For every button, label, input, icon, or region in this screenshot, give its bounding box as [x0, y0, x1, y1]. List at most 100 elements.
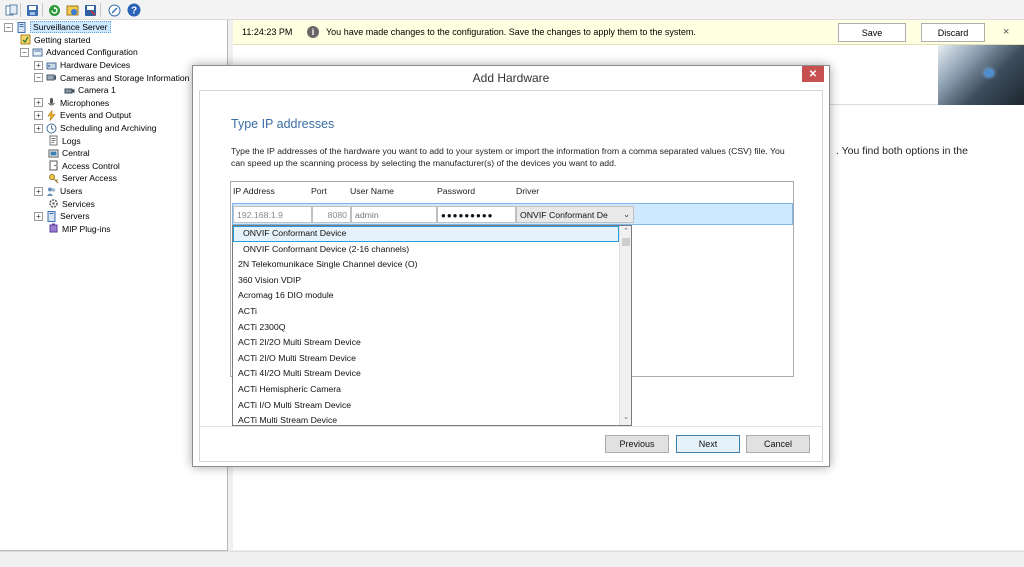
notification-time: 11:24:23 PM: [242, 27, 293, 37]
tree-item-servers[interactable]: + Servers: [34, 210, 90, 223]
dropdown-option[interactable]: ACTi Hemispheric Camera: [233, 382, 619, 398]
hardware-icon: [46, 60, 57, 71]
driver-dropdown-list: ONVIF Conformant Device ONVIF Conformant…: [232, 225, 632, 426]
save-icon[interactable]: [24, 2, 40, 18]
scheduling-icon: [46, 123, 57, 134]
users-icon: [46, 186, 57, 197]
tree-item-advanced-configuration[interactable]: − Advanced Configuration: [20, 46, 138, 59]
expand-icon[interactable]: +: [34, 60, 43, 70]
tree-label: Services: [62, 198, 95, 209]
notification-message: You have made changes to the configurati…: [326, 27, 696, 37]
tree-item-cameras-storage[interactable]: − Cameras and Storage Information: [34, 71, 189, 84]
expand-icon[interactable]: +: [34, 98, 43, 108]
expand-icon[interactable]: +: [34, 186, 43, 196]
events-icon: [46, 109, 57, 121]
dropdown-option[interactable]: ACTi 2I/O Multi Stream Device: [233, 351, 619, 367]
chevron-down-icon[interactable]: ⌄: [623, 210, 630, 219]
tree-item-access-control[interactable]: Access Control: [48, 160, 120, 173]
tree-item-hardware-devices[interactable]: + Hardware Devices: [34, 59, 130, 72]
expand-icon[interactable]: +: [34, 123, 43, 133]
close-icon[interactable]: ×: [1003, 26, 1009, 38]
advanced-config-icon: [32, 47, 43, 58]
collapse-icon[interactable]: −: [20, 47, 29, 57]
dropdown-option[interactable]: ACTi 2I/2O Multi Stream Device: [233, 335, 619, 351]
tree-item-users[interactable]: + Users: [34, 185, 82, 198]
dropdown-option[interactable]: ACTi 4I/2O Multi Stream Device: [233, 366, 619, 382]
ip-address-field[interactable]: 192.168.1.9: [233, 206, 312, 223]
scroll-down-icon[interactable]: ⌄: [620, 413, 631, 423]
tree-item-events-output[interactable]: + Events and Output: [34, 109, 131, 122]
discard-button[interactable]: Discard: [921, 23, 985, 42]
refresh-icon[interactable]: [46, 2, 62, 18]
tree-label: Central: [62, 148, 90, 159]
tree-item-microphones[interactable]: + Microphones: [34, 97, 109, 110]
driver-select-value: ONVIF Conformant De: [520, 210, 608, 220]
toolbar: ?: [0, 0, 1024, 20]
dropdown-option[interactable]: ONVIF Conformant Device (2-16 channels): [233, 242, 619, 258]
column-port[interactable]: Port: [311, 186, 327, 196]
tree-label: Server Access: [62, 173, 117, 184]
tree-label: Advanced Configuration: [46, 47, 138, 58]
info-icon: i: [307, 26, 319, 38]
tree-label: Cameras and Storage Information: [60, 72, 190, 83]
tree-item-server-access[interactable]: Server Access: [48, 172, 117, 185]
scroll-up-icon[interactable]: ⌃: [620, 227, 631, 237]
port-field[interactable]: 8080: [312, 206, 351, 223]
expand-icon[interactable]: +: [34, 211, 43, 221]
wolf-logo: [938, 45, 1024, 105]
dropdown-option[interactable]: 360 Vision VDIP: [233, 273, 619, 289]
tree-item-surveillance-server[interactable]: − Surveillance Server: [4, 21, 111, 34]
tree-item-services[interactable]: Services: [48, 197, 95, 210]
server-access-icon: [48, 173, 59, 184]
column-driver[interactable]: Driver: [516, 186, 539, 196]
cancel-button[interactable]: Cancel: [746, 435, 810, 453]
scrollbar-thumb[interactable]: [622, 238, 630, 246]
save-all-icon[interactable]: [82, 2, 98, 18]
driver-select[interactable]: ONVIF Conformant De ⌄: [516, 206, 634, 223]
menu-icon[interactable]: [3, 2, 19, 18]
tree-item-camera-1[interactable]: Camera 1: [64, 84, 116, 97]
dropdown-option[interactable]: ACTi 2300Q: [233, 320, 619, 336]
dropdown-option[interactable]: ACTi I/O Multi Stream Device: [233, 398, 619, 414]
dropdown-option[interactable]: Acromag 16 DIO module: [233, 288, 619, 304]
close-icon[interactable]: ✕: [802, 66, 824, 82]
table-row[interactable]: 192.168.1.9 8080 admin ●●●●●●●●● ONVIF C…: [232, 203, 793, 225]
services-icon: [48, 198, 59, 209]
help-icon[interactable]: ?: [126, 2, 142, 18]
column-password[interactable]: Password: [437, 186, 475, 196]
link-icon[interactable]: [106, 2, 122, 18]
previous-button[interactable]: Previous: [605, 435, 669, 453]
dropdown-scrollbar[interactable]: ⌃ ⌄: [619, 226, 631, 425]
microphone-icon: [46, 97, 57, 108]
dialog-divider: [200, 426, 822, 427]
camera-icon: [64, 85, 75, 96]
dropdown-option[interactable]: ONVIF Conformant Device: [233, 226, 619, 242]
dropdown-option[interactable]: 2N Telekomunikace Single Channel device …: [233, 257, 619, 273]
tree-label: Camera 1: [78, 85, 116, 96]
logs-icon: [48, 135, 59, 146]
column-user-name[interactable]: User Name: [350, 186, 394, 196]
tree-item-getting-started[interactable]: Getting started: [20, 34, 90, 47]
content-text: . You find both options in the: [836, 145, 968, 157]
password-field[interactable]: ●●●●●●●●●: [437, 206, 516, 223]
save-button[interactable]: Save: [838, 23, 906, 42]
dropdown-option[interactable]: ACTi: [233, 304, 619, 320]
collapse-icon[interactable]: −: [34, 73, 43, 83]
configuration-icon[interactable]: [64, 2, 80, 18]
tree-item-logs[interactable]: Logs: [48, 134, 81, 147]
getting-started-icon: [20, 34, 31, 45]
tree-item-central[interactable]: Central: [48, 147, 90, 160]
tree-label: Hardware Devices: [60, 60, 131, 71]
tree-item-mip-plugins[interactable]: MIP Plug-ins: [48, 223, 111, 236]
tree-label: MIP Plug-ins: [62, 223, 111, 234]
tree-label: Surveillance Server: [30, 21, 111, 34]
dropdown-option[interactable]: ACTi Multi Stream Device: [233, 413, 619, 425]
tree-item-scheduling-archiving[interactable]: + Scheduling and Archiving: [34, 122, 157, 135]
column-ip-address[interactable]: IP Address: [233, 186, 275, 196]
dialog-titlebar[interactable]: Add Hardware ✕: [193, 66, 829, 88]
tree-label: Microphones: [60, 97, 110, 108]
username-field[interactable]: admin: [351, 206, 437, 223]
next-button[interactable]: Next: [676, 435, 740, 453]
expand-icon[interactable]: +: [34, 110, 43, 120]
collapse-icon[interactable]: −: [4, 22, 13, 32]
